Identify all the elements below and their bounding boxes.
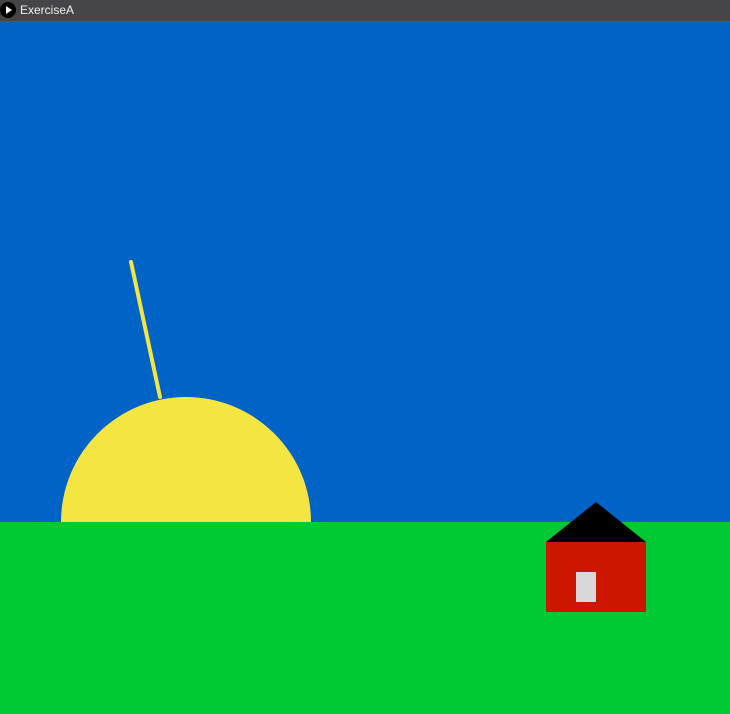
play-app-icon[interactable] [0, 2, 16, 18]
title-bar: ExerciseA [0, 0, 730, 21]
window-title: ExerciseA [20, 3, 75, 17]
scene-drawing [0, 21, 730, 714]
exercise-window: ExerciseA [0, 0, 730, 714]
sketch-canvas [0, 21, 730, 714]
house-door [576, 572, 596, 602]
